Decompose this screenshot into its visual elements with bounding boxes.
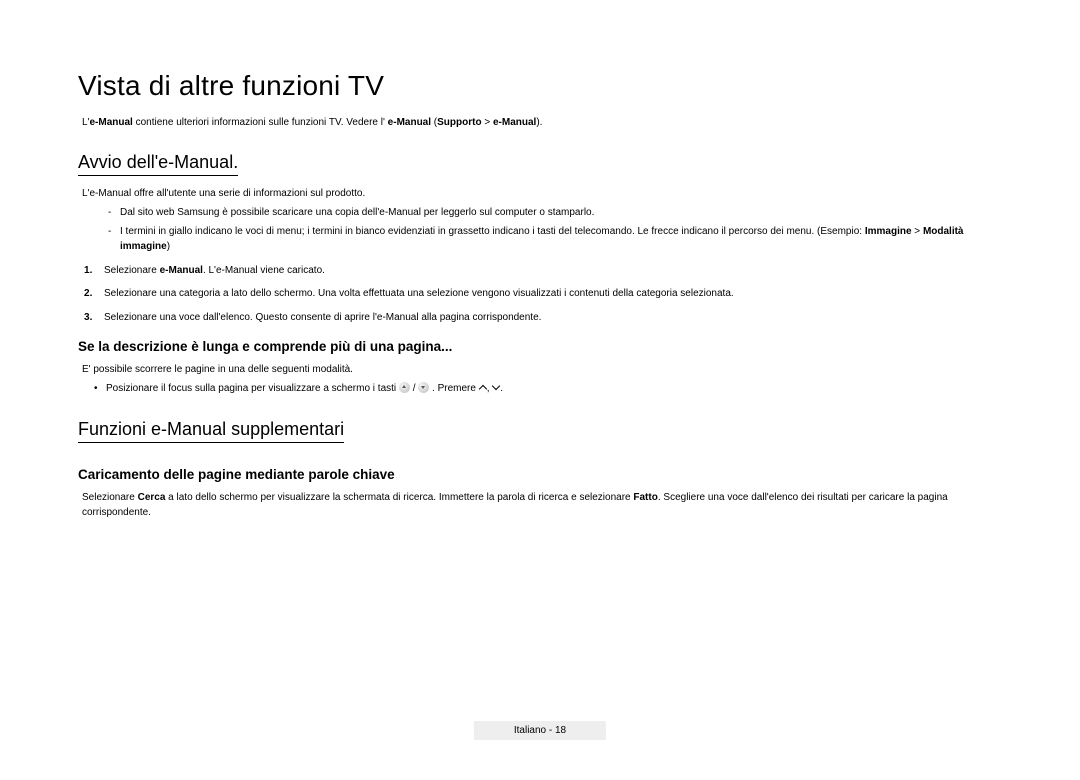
term-emanual: e-Manual xyxy=(160,265,203,276)
body-text: Selezionare Cerca a lato dello schermo p… xyxy=(82,490,1002,520)
section-funzioni: Funzioni e-Manual supplementari Caricame… xyxy=(78,419,1002,520)
subsection-heading: Caricamento delle pagine mediante parole… xyxy=(78,467,1002,482)
text: ). xyxy=(536,117,542,128)
text: > xyxy=(912,226,923,237)
text: contiene ulteriori informazioni sulle fu… xyxy=(133,117,388,128)
chevron-down-icon xyxy=(492,384,500,392)
scroll-down-icon xyxy=(418,382,429,393)
term-fatto: Fatto xyxy=(633,492,657,503)
bullet-list: Posizionare il focus sulla pagina per vi… xyxy=(94,381,1002,397)
step-item: Selezionare una voce dall'elenco. Questo… xyxy=(82,310,1002,326)
term-cerca: Cerca xyxy=(138,492,166,503)
text: ) xyxy=(167,241,170,252)
text: Selezionare xyxy=(104,265,160,276)
text: . xyxy=(500,383,503,394)
text: Selezionare xyxy=(82,492,138,503)
step-item: Selezionare e-Manual. L'e-Manual viene c… xyxy=(82,263,1002,279)
section-avvio: Avvio dell'e-Manual. L'e-Manual offre al… xyxy=(78,152,1002,397)
body-text: E' possibile scorrere le pagine in una d… xyxy=(82,362,1002,377)
menu-supporto: Supporto xyxy=(437,117,481,128)
list-item: I termini in giallo indicano le voci di … xyxy=(108,224,1002,255)
text: > xyxy=(482,117,493,128)
page-title: Vista di altre funzioni TV xyxy=(78,70,1002,102)
text: . Premere xyxy=(429,383,478,394)
section-heading: Avvio dell'e-Manual. xyxy=(78,152,238,176)
scroll-up-icon xyxy=(399,382,410,393)
term-emanual: e-Manual xyxy=(388,117,431,128)
chevron-up-icon xyxy=(479,384,487,392)
text: Posizionare il focus sulla pagina per vi… xyxy=(106,383,399,394)
intro-paragraph: L'e-Manual contiene ulteriori informazio… xyxy=(82,116,1002,130)
manual-page: Vista di altre funzioni TV L'e-Manual co… xyxy=(0,0,1080,520)
text: . L'e-Manual viene caricato. xyxy=(203,265,325,276)
subsection-heading: Se la descrizione è lunga e comprende pi… xyxy=(78,339,1002,354)
dash-list: Dal sito web Samsung è possibile scarica… xyxy=(108,205,1002,255)
text: / xyxy=(410,383,418,394)
list-item: Dal sito web Samsung è possibile scarica… xyxy=(108,205,1002,221)
numbered-steps: Selezionare e-Manual. L'e-Manual viene c… xyxy=(82,263,1002,326)
menu-emanual: e-Manual xyxy=(493,117,536,128)
text: I termini in giallo indicano le voci di … xyxy=(120,226,865,237)
menu-immagine: Immagine xyxy=(865,226,912,237)
list-item: Posizionare il focus sulla pagina per vi… xyxy=(94,381,1002,397)
section-heading: Funzioni e-Manual supplementari xyxy=(78,419,344,443)
step-item: Selezionare una categoria a lato dello s… xyxy=(82,286,1002,302)
text: a lato dello schermo per visualizzare la… xyxy=(165,492,633,503)
term-emanual: e-Manual xyxy=(89,117,132,128)
page-footer: Italiano - 18 xyxy=(474,721,606,740)
body-text: L'e-Manual offre all'utente una serie di… xyxy=(82,186,1002,201)
